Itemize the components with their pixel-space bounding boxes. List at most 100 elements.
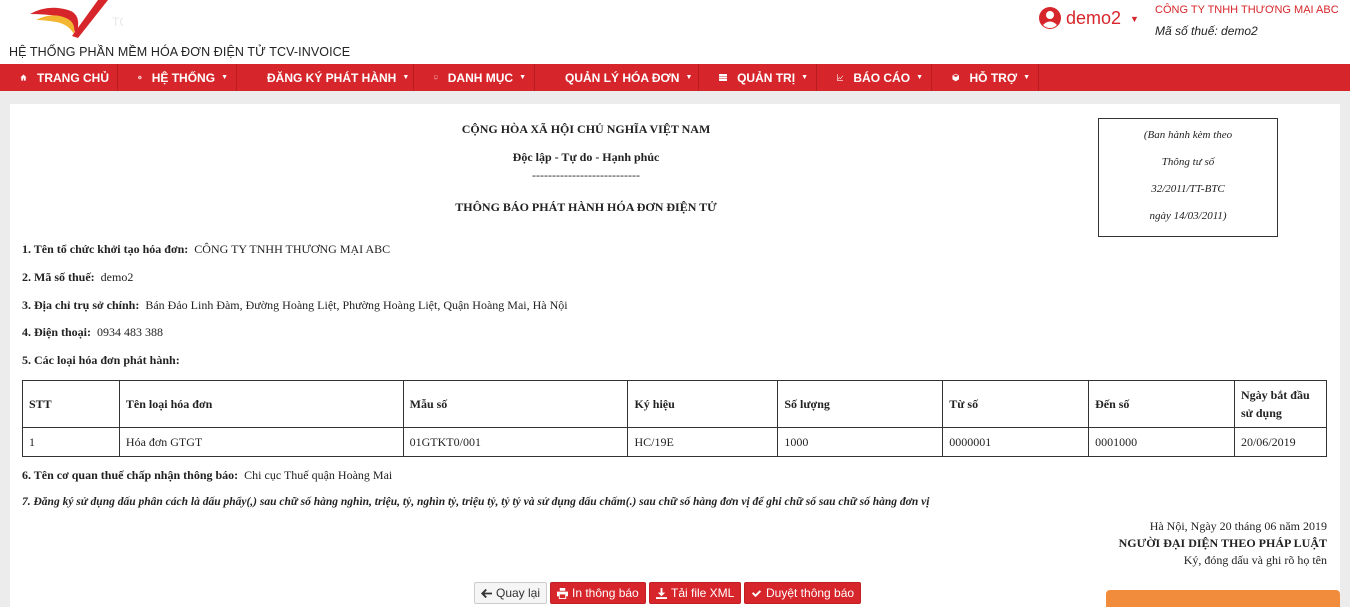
separator: --------------------------- [532,168,640,182]
signature-title: NGƯỜI ĐẠI DIỆN THEO PHÁP LUẬT [1118,536,1327,550]
nav-label: BÁO CÁO [853,70,911,85]
nav-item-system[interactable]: HỆ THỐNG ▼ [118,64,237,91]
nav-label: ĐĂNG KÝ PHÁT HÀNH [267,70,397,85]
invoice-types-table: STT Tên loại hóa đơn Mẫu số Ký hiệu Số l… [22,380,1328,457]
nav-label: QUẢN TRỊ [737,70,796,85]
chat-widget-tab[interactable] [1106,590,1340,607]
table-cell: 1000 [777,427,944,457]
chevron-down-icon: ▼ [1130,14,1139,24]
approve-button[interactable]: Duyệt thông báo [744,582,862,604]
field-label: 1. Tên tổ chức khởi tạo hóa đơn: [22,242,189,256]
nav-label: TRANG CHỦ [37,70,109,85]
field-value: demo2 [100,270,134,284]
column-header: Đến số [1088,380,1235,428]
caret-down-icon: ▼ [1023,74,1030,81]
button-label: Duyệt thông báo [766,586,855,600]
nav-item-register[interactable]: ĐĂNG KÝ PHÁT HÀNH ▼ [237,64,414,91]
nav-label: HỖ TRỢ [969,70,1018,85]
signature-note: Ký, đóng dấu và ghi rõ họ tên [1183,553,1327,567]
nav-item-home[interactable]: TRANG CHỦ [0,64,118,91]
table-cell: 1 [22,427,120,457]
table-cell: 20/06/2019 [1233,427,1328,457]
table-cell: 0000001 [942,427,1090,457]
motto: Độc lập - Tự do - Hạnh phúc [512,150,660,164]
user-name[interactable]: demo2 [1066,8,1121,29]
print-button[interactable]: In thông báo [550,582,646,604]
check-icon [751,589,762,597]
field-tax-code: 2. Mã số thuế: demo2 [22,270,133,285]
company-name: CÔNG TY TNHH THƯƠNG MẠI ABC [1155,4,1339,16]
user-menu[interactable]: demo2 ▼ [1039,5,1139,31]
server-icon [719,73,728,82]
ban-hanh-line: (Ban hành kèm theo [1143,129,1233,141]
table-row: 1 Hóa đơn GTGT 01GTKT0/001 HC/19E 1000 0… [22,427,1328,457]
ban-hanh-line: ngày 14/03/2011) [1149,210,1227,222]
nav-label: HỆ THỐNG [151,70,216,85]
nav-label: QUẢN LÝ HÓA ĐƠN [565,70,680,85]
back-button[interactable]: Quay lại [474,582,548,604]
tax-code: Mã số thuế: demo2 [1155,24,1258,38]
home-icon [20,74,27,81]
gear-icon [138,75,142,80]
field-address: 3. Địa chỉ trụ sở chính: Bán Đảo Linh Đà… [22,298,568,313]
field-label: 4. Điện thoại: [22,325,91,339]
field-separator-note: 7. Đăng ký sử dụng dấu phân cách là dấu … [22,496,930,508]
caret-down-icon: ▼ [916,74,923,81]
nav-label: DANH MỤC [447,70,514,85]
document-title: THÔNG BÁO PHÁT HÀNH HÓA ĐƠN ĐIỆN TỬ [455,200,717,214]
table-cell: 01GTKT0/001 [402,427,629,457]
column-header: Mẫu số [402,380,629,428]
nav-item-support[interactable]: HỖ TRỢ ▼ [932,64,1039,91]
column-header: Từ số [942,380,1090,428]
svg-text:TCV: TCV [112,15,123,29]
button-label: In thông báo [572,586,639,600]
field-value: Chi cục Thuế quận Hoàng Mai [244,468,393,482]
field-invoice-types: 5. Các loại hóa đơn phát hành: [22,353,180,368]
field-organization: 1. Tên tổ chức khởi tạo hóa đơn: CÔNG TY… [22,242,390,257]
nav-item-admin[interactable]: QUẢN TRỊ ▼ [699,64,817,91]
notice-document: CỘNG HÒA XÃ HỘI CHỦ NGHĨA VIỆT NAM Độc l… [10,104,1340,607]
caret-down-icon: ▼ [519,74,526,81]
caret-down-icon: ▼ [402,74,410,81]
field-value: CÔNG TY TNHH THƯƠNG MẠI ABC [194,242,391,256]
user-icon [1039,7,1061,29]
field-label: 2. Mã số thuế: [22,270,95,284]
column-header: STT [22,380,120,428]
signature-date: Hà Nội, Ngày 20 tháng 06 năm 2019 [1149,519,1327,533]
book-icon [434,75,438,80]
table-header-row: STT Tên loại hóa đơn Mẫu số Ký hiệu Số l… [22,380,1328,428]
ban-hanh-line: Thông tư số [1161,156,1215,168]
field-label: 5. Các loại hóa đơn phát hành: [22,353,180,367]
arrow-left-icon [481,588,492,598]
nav-item-invoice-mgmt[interactable]: QUẢN LÝ HÓA ĐƠN ▼ [535,64,699,91]
caret-down-icon: ▼ [685,74,693,81]
national-title: CỘNG HÒA XÃ HỘI CHỦ NGHĨA VIỆT NAM [461,122,711,136]
tcv-logo[interactable]: TCV [28,0,123,38]
table-cell: HC/19E [627,427,779,457]
header: TCV HỆ THỐNG PHẦN MỀM HÓA ĐƠN ĐIỆN TỬ TC… [0,0,1350,64]
app-title: HỆ THỐNG PHẦN MỀM HÓA ĐƠN ĐIỆN TỬ TCV-IN… [9,45,351,59]
field-value: Bán Đảo Linh Đàm, Đường Hoàng Liệt, Phườ… [145,298,568,312]
chart-icon [837,74,844,81]
main-nav: TRANG CHỦ HỆ THỐNG ▼ ĐĂNG KÝ PHÁT HÀNH ▼… [0,64,1350,91]
ban-hanh-box: (Ban hành kèm theo Thông tư số 32/2011/T… [1098,118,1278,237]
table-cell: 0001000 [1088,427,1235,457]
cube-icon [952,73,960,82]
nav-item-catalog[interactable]: DANH MỤC ▼ [414,64,535,91]
ban-hanh-line: 32/2011/TT-BTC [1151,183,1225,195]
field-value: 0934 483 388 [97,325,163,339]
field-label: 6. Tên cơ quan thuế chấp nhận thông báo: [22,468,239,482]
field-tax-authority: 6. Tên cơ quan thuế chấp nhận thông báo:… [22,468,392,483]
download-xml-button[interactable]: Tải file XML [649,582,742,604]
caret-down-icon: ▼ [801,74,808,81]
column-header: Ký hiệu [627,380,779,428]
field-label: 3. Địa chỉ trụ sở chính: [22,298,140,312]
caret-down-icon: ▼ [221,74,228,81]
column-header: Tên loại hóa đơn [118,380,404,428]
column-header: Ngày bắt đầu sử dụng [1233,380,1328,428]
button-label: Tải file XML [671,586,735,600]
download-icon [656,587,667,599]
nav-item-reports[interactable]: BÁO CÁO ▼ [817,64,932,91]
button-label: Quay lại [496,586,541,600]
column-header: Số lượng [777,380,944,428]
